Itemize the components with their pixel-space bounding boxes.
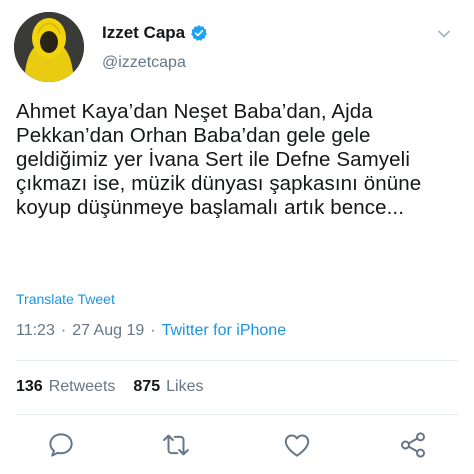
divider [16, 414, 458, 415]
likes-label: Likes [166, 378, 204, 395]
tweet-date: 27 Aug 19 [72, 322, 145, 339]
tweet-header: Izzet Capa @izzetcapa [14, 12, 462, 82]
heart-icon[interactable] [282, 430, 312, 460]
tweet-meta: 11:23 · 27 Aug 19 · Twitter for iPhone [16, 322, 286, 340]
retweets-label: Retweets [48, 378, 116, 395]
verified-badge-icon [190, 24, 208, 42]
tweet-stats: 136 Retweets 875 Likes [16, 378, 203, 396]
share-icon[interactable] [398, 430, 428, 460]
user-handle[interactable]: @izzetcapa [102, 54, 208, 72]
avatar[interactable] [14, 12, 84, 82]
tweet-source-link[interactable]: Twitter for iPhone [162, 322, 287, 340]
retweets-stat[interactable]: 136 Retweets [16, 378, 115, 396]
meta-separator: · [60, 322, 67, 339]
retweet-icon[interactable] [161, 430, 191, 460]
tweet-text: Ahmet Kaya’dan Neşet Baba’dan, Ajda Pekk… [16, 100, 422, 219]
likes-count: 875 [133, 378, 161, 395]
avatar-image [14, 12, 84, 82]
translate-tweet-link[interactable]: Translate Tweet [16, 291, 115, 307]
tweet-time: 11:23 [16, 322, 55, 339]
likes-stat[interactable]: 875 Likes [133, 378, 203, 396]
tweet-actions [0, 430, 474, 466]
divider [16, 360, 458, 361]
reply-icon[interactable] [46, 430, 76, 460]
display-name[interactable]: Izzet Capa [102, 23, 185, 43]
chevron-down-icon[interactable] [436, 26, 452, 42]
meta-separator: · [150, 322, 156, 339]
retweets-count: 136 [16, 378, 43, 395]
